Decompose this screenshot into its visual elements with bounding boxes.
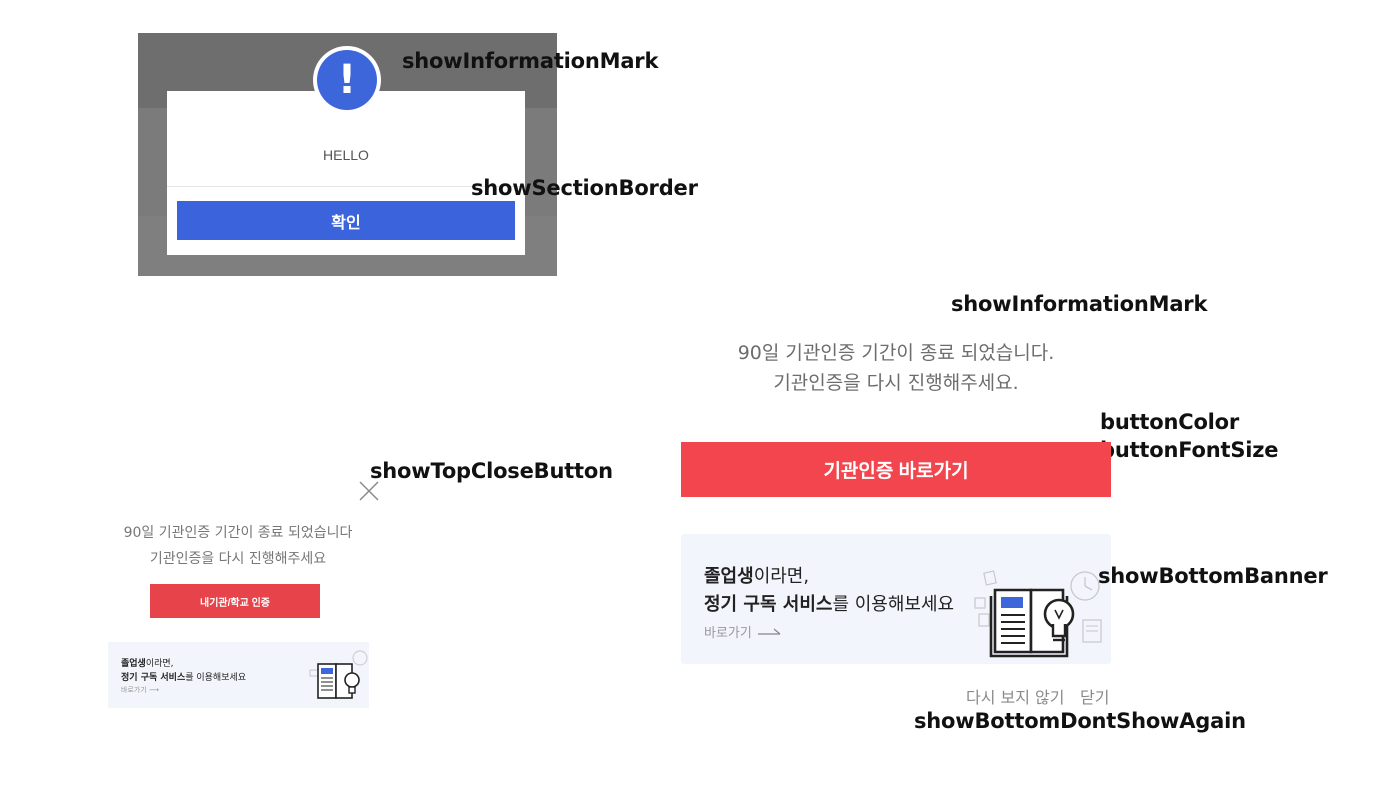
banner-line: 졸업생이라면, (704, 562, 809, 588)
subscription-banner[interactable]: 졸업생이라면, 정기 구독 서비스를 이용해보세요 바로가기 ⟶ (108, 642, 369, 708)
alert-dialog: HELLO 확인 (167, 91, 525, 255)
banner-text: 이라면, (753, 566, 810, 587)
banner-text: 를 이용해보세요 (832, 594, 955, 615)
annotation-label: showBottomBanner (1098, 564, 1328, 588)
popup-message-line: 기관인증을 다시 진행해주세요 (149, 551, 327, 567)
banner-bold-text: 정기 구독 서비스 (121, 673, 186, 683)
popup-message-line: 90일 기관인증 기간이 종료 되었습니다. (737, 342, 1055, 364)
popup-message-line: 90일 기관인증 기간이 종료 되었습니다 (123, 525, 353, 541)
banner-bold-text: 정기 구독 서비스 (704, 594, 833, 615)
book-lightbulb-icon (974, 570, 1102, 658)
dont-show-again-link[interactable]: 다시 보지 않기 (966, 684, 1065, 708)
banner-link[interactable]: 바로가기 (704, 622, 782, 641)
annotation-label: showSectionBorder (471, 176, 698, 200)
banner-text: 이라면, (145, 659, 174, 669)
close-icon[interactable] (358, 480, 380, 502)
popup-message-line: 기관인증을 다시 진행해주세요. (773, 372, 1019, 394)
banner-line: 정기 구독 서비스를 이용해보세요 (704, 590, 954, 616)
banner-link[interactable]: 바로가기 ⟶ (121, 685, 159, 695)
institution-auth-button[interactable]: 내기관/학교 인증 (150, 584, 320, 618)
annotation-label: showInformationMark (402, 49, 659, 73)
banner-bold-text: 졸업생 (121, 659, 146, 669)
banner-line: 졸업생이라면, (121, 656, 174, 669)
close-link[interactable]: 닫기 (1080, 684, 1109, 708)
annotation-label: buttonFontSize (1100, 438, 1279, 462)
banner-bold-text: 졸업생 (704, 566, 754, 587)
exclamation-icon: ! (317, 50, 377, 110)
book-lightbulb-icon (309, 650, 368, 699)
arrow-right-icon (757, 628, 781, 635)
annotation-label: showTopCloseButton (370, 459, 613, 483)
annotation-label: buttonColor (1100, 410, 1240, 434)
banner-text: 를 이용해보세요 (185, 673, 247, 683)
information-mark: ! (313, 46, 381, 114)
banner-link-label: 바로가기 (704, 626, 752, 641)
annotation-label: showInformationMark (951, 292, 1208, 316)
confirm-button[interactable]: 확인 (177, 201, 515, 240)
banner-line: 정기 구독 서비스를 이용해보세요 (121, 670, 246, 683)
subscription-banner[interactable]: 졸업생이라면, 정기 구독 서비스를 이용해보세요 바로가기 (681, 534, 1111, 664)
banner-link-label: 바로가기 (121, 686, 147, 694)
annotation-label: showBottomDontShowAgain (914, 709, 1246, 733)
institution-auth-shortcut-button[interactable]: 기관인증 바로가기 (681, 442, 1111, 497)
alert-message: HELLO (323, 147, 369, 163)
